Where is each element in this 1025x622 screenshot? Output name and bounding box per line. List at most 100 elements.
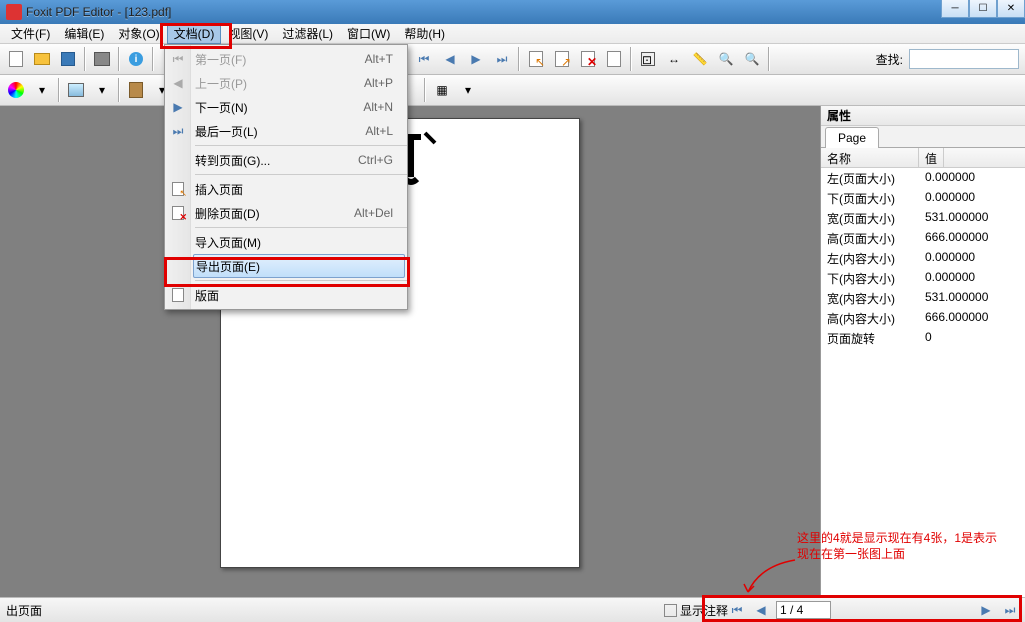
- zoom-width-button[interactable]: ↔: [662, 47, 686, 71]
- canvas-area[interactable]: [0, 106, 820, 597]
- prop-value: 666.000000: [919, 228, 1025, 248]
- folder-icon: [34, 53, 50, 65]
- highlight-box-menu: [160, 23, 232, 49]
- status-export-page: 出页面: [6, 602, 42, 619]
- prop-name: 高(页面大小): [821, 228, 919, 248]
- save-button[interactable]: [56, 47, 80, 71]
- next-page-icon: ▶: [169, 98, 187, 116]
- highlight-box-export: [164, 257, 410, 287]
- delete-icon: ✕: [581, 51, 595, 67]
- prop-name: 页面旋转: [821, 328, 919, 348]
- prop-value: 0.000000: [919, 248, 1025, 268]
- nav-prev-button[interactable]: ◀: [438, 47, 462, 71]
- minimize-button[interactable]: ─: [941, 0, 969, 18]
- zoom-out-icon: 🔍: [745, 52, 760, 66]
- window-title: Foxit PDF Editor - [123.pdf]: [26, 5, 171, 19]
- menu-window[interactable]: 窗口(W): [340, 23, 397, 44]
- menu-filter[interactable]: 过滤器(L): [275, 23, 340, 44]
- property-row[interactable]: 高(页面大小)666.000000: [821, 228, 1025, 248]
- color-button[interactable]: [4, 78, 28, 102]
- nav-next-button[interactable]: ▶: [464, 47, 488, 71]
- layout-button[interactable]: [602, 47, 626, 71]
- prop-name: 下(页面大小): [821, 188, 919, 208]
- insert-page-icon: ↖: [169, 180, 187, 198]
- menu-file[interactable]: 文件(F): [4, 23, 57, 44]
- dropdown-button[interactable]: ▾: [30, 78, 54, 102]
- dd-prev-page[interactable]: ◀ 上一页(P) Alt+P: [191, 71, 407, 95]
- property-row[interactable]: 下(页面大小)0.000000: [821, 188, 1025, 208]
- print-button[interactable]: [90, 47, 114, 71]
- image-icon: [68, 83, 84, 97]
- open-button[interactable]: [30, 47, 54, 71]
- chevron-down-icon: ▾: [465, 83, 471, 97]
- zoom-in-icon: 🔍: [719, 52, 734, 66]
- workspace: 属性 Page 名称 值 左(页面大小)0.000000下(页面大小)0.000…: [0, 106, 1025, 597]
- zoom-in-button[interactable]: 🔍: [714, 47, 738, 71]
- last-icon: ⏭: [497, 52, 508, 67]
- next-icon: ▶: [471, 52, 480, 66]
- dropdown-button-4[interactable]: ▾: [456, 78, 480, 102]
- properties-title: 属性: [821, 106, 1025, 126]
- zoom-width-icon: ↔: [668, 52, 680, 66]
- property-row[interactable]: 左(页面大小)0.000000: [821, 168, 1025, 188]
- prop-value: 0: [919, 328, 1025, 348]
- prop-value: 0.000000: [919, 188, 1025, 208]
- dd-delete-page[interactable]: ✕ 删除页面(D) Alt+Del: [191, 201, 407, 225]
- properties-panel: 属性 Page 名称 值 左(页面大小)0.000000下(页面大小)0.000…: [820, 106, 1025, 597]
- chevron-down-icon: ▾: [99, 83, 105, 97]
- search-input[interactable]: [909, 49, 1019, 69]
- tab-page[interactable]: Page: [825, 127, 879, 148]
- menu-help[interactable]: 帮助(H): [397, 23, 452, 44]
- dd-next-page[interactable]: ▶ 下一页(N) Alt+N: [191, 95, 407, 119]
- zoom-out-button[interactable]: 🔍: [740, 47, 764, 71]
- close-button[interactable]: ✕: [997, 0, 1025, 18]
- menubar: 文件(F) 编辑(E) 对象(O) 文档(D) 视图(V) 过滤器(L) 窗口(…: [0, 24, 1025, 44]
- export-page-button[interactable]: ↗: [550, 47, 574, 71]
- file-icon: [9, 51, 23, 67]
- align-button[interactable]: ▦: [430, 78, 454, 102]
- nav-last-button[interactable]: ⏭: [490, 47, 514, 71]
- zoom-fit-button[interactable]: ⊡: [636, 47, 660, 71]
- prop-name: 下(内容大小): [821, 268, 919, 288]
- menu-edit[interactable]: 编辑(E): [57, 23, 111, 44]
- chevron-down-icon: ▾: [39, 83, 45, 97]
- maximize-button[interactable]: ☐: [969, 0, 997, 18]
- prop-name: 左(内容大小): [821, 248, 919, 268]
- info-button[interactable]: i: [124, 47, 148, 71]
- property-row[interactable]: 宽(内容大小)531.000000: [821, 288, 1025, 308]
- property-row[interactable]: 下(内容大小)0.000000: [821, 268, 1025, 288]
- nav-first-button[interactable]: ⏮: [412, 47, 436, 71]
- property-row[interactable]: 宽(页面大小)531.000000: [821, 208, 1025, 228]
- zoom-actual-button[interactable]: 📏: [688, 47, 712, 71]
- highlight-box-nav: [702, 595, 1022, 622]
- save-icon: [61, 52, 75, 66]
- dropdown-button-2[interactable]: ▾: [90, 78, 114, 102]
- layout-icon: [169, 286, 187, 304]
- annotation-arrow: [740, 558, 800, 598]
- image-button[interactable]: [64, 78, 88, 102]
- prop-value: 666.000000: [919, 308, 1025, 328]
- prop-name: 左(页面大小): [821, 168, 919, 188]
- prev-icon: ◀: [445, 52, 454, 66]
- annotation-text: 这里的4就是显示现在有4张，1是表示 现在在第一张图上面: [797, 530, 997, 562]
- dd-last-page[interactable]: ⏭ 最后一页(L) Alt+L: [191, 119, 407, 143]
- layout-icon: [607, 51, 621, 67]
- menu-object[interactable]: 对象(O): [111, 23, 166, 44]
- import-page-button[interactable]: ↖: [524, 47, 548, 71]
- paste-icon: [129, 82, 143, 98]
- dd-insert-page[interactable]: ↖ 插入页面: [191, 177, 407, 201]
- property-row[interactable]: 页面旋转0: [821, 328, 1025, 348]
- toolbar-edit: ▾ ▾ ▾ ▦ ▾: [0, 75, 1025, 106]
- paste-button[interactable]: [124, 78, 148, 102]
- import-icon: ↖: [529, 51, 543, 67]
- show-annot-checkbox[interactable]: [664, 604, 677, 617]
- dd-first-page[interactable]: ⏮ 第一页(F) Alt+T: [191, 47, 407, 71]
- property-row[interactable]: 高(内容大小)666.000000: [821, 308, 1025, 328]
- prop-header-name: 名称: [821, 148, 919, 167]
- new-button[interactable]: [4, 47, 28, 71]
- dd-import-page[interactable]: 导入页面(M): [191, 230, 407, 254]
- delete-page-button[interactable]: ✕: [576, 47, 600, 71]
- dd-goto-page[interactable]: 转到页面(G)... Ctrl+G: [191, 148, 407, 172]
- toolbar-main: i ⏮ ◀ ▶ ⏭ ↖ ↗ ✕ ⊡ ↔ 📏 🔍 🔍 查找:: [0, 44, 1025, 75]
- property-row[interactable]: 左(内容大小)0.000000: [821, 248, 1025, 268]
